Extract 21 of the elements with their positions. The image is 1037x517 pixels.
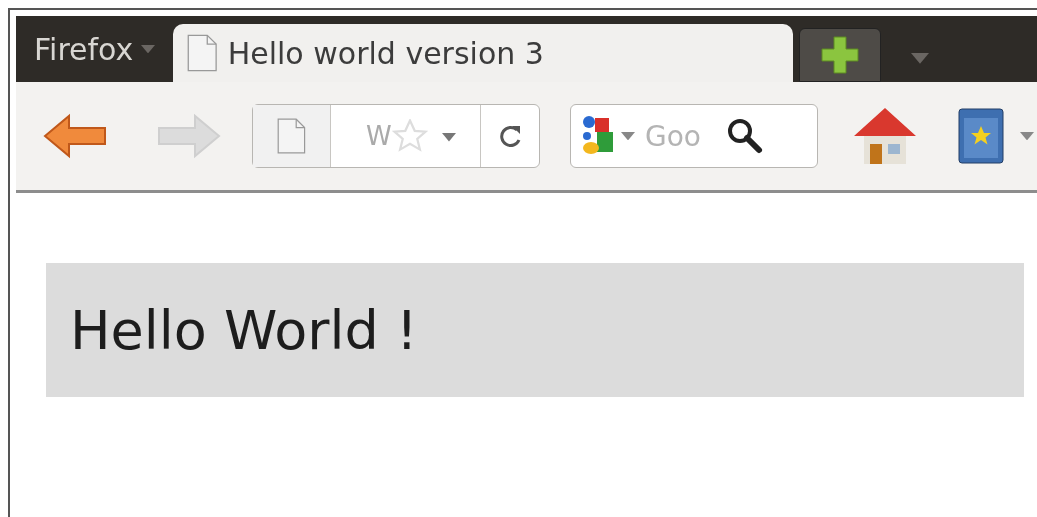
plus-icon: [820, 35, 861, 75]
page-icon: [187, 34, 218, 72]
url-input[interactable]: W: [355, 121, 392, 151]
caret-icon: [441, 133, 456, 142]
search-bar[interactable]: Goo: [570, 104, 818, 168]
caret-icon: [1020, 131, 1034, 141]
star-icon: [391, 119, 428, 153]
address-bar[interactable]: W: [252, 104, 540, 168]
page-heading: Hello World !: [70, 298, 418, 362]
page-icon: [277, 118, 307, 154]
search-icon[interactable]: [725, 116, 765, 156]
caret-icon: [911, 53, 930, 64]
caret-icon: [141, 44, 156, 54]
browser-tab[interactable]: Hello world version 3: [173, 24, 794, 82]
new-tab-button[interactable]: [799, 28, 882, 82]
search-input[interactable]: Goo: [639, 119, 721, 153]
caret-icon: [621, 131, 635, 141]
firefox-menu-button[interactable]: Firefox: [34, 16, 168, 82]
bookmark-book-icon: [958, 108, 1004, 164]
bookmarks-button[interactable]: [956, 108, 1006, 164]
home-icon: [852, 106, 918, 166]
